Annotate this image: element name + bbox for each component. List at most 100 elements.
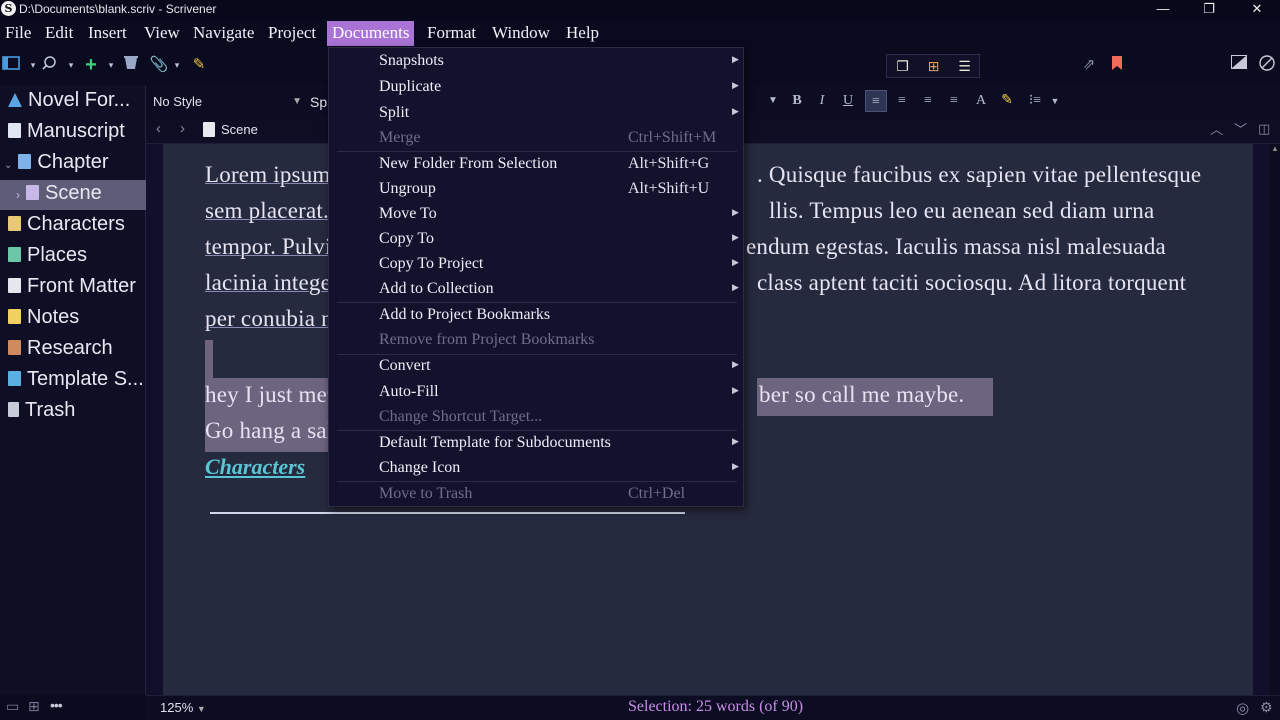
list-icon[interactable]: ⁝≡ bbox=[1024, 90, 1046, 112]
binder-item-front-matter[interactable]: Front Matter bbox=[8, 272, 136, 300]
menu-item-label: Split bbox=[379, 104, 410, 121]
menu-navigate[interactable]: Navigate bbox=[188, 21, 259, 46]
align-center-icon[interactable]: ≡ bbox=[891, 90, 913, 112]
target-icon[interactable]: ◎ bbox=[1236, 699, 1249, 717]
binder-item-template-sheets[interactable]: Template S... bbox=[8, 365, 144, 393]
menu-file[interactable]: File bbox=[0, 21, 36, 46]
text-line-3-right: endum egestas. Iaculis massa nisl malesu… bbox=[746, 234, 1166, 259]
text-color-icon[interactable]: A bbox=[970, 90, 992, 112]
binder-item-notes[interactable]: Notes bbox=[8, 303, 79, 331]
size-dropdown-icon[interactable]: ▼ bbox=[762, 90, 784, 112]
menu-item-default-template-for-subdocuments[interactable]: Default Template for Subdocuments ▶ bbox=[329, 432, 743, 456]
menu-help[interactable]: Help bbox=[561, 21, 604, 46]
edit-icon[interactable]: ✎ bbox=[188, 55, 210, 75]
style-select-value: No Style bbox=[153, 94, 203, 109]
chevron-up-icon[interactable]: ︿ bbox=[1210, 119, 1223, 138]
chevron-down-icon[interactable]: ⌄ bbox=[4, 160, 12, 171]
menu-item-snapshots[interactable]: Snapshots ▶ bbox=[329, 50, 743, 74]
list-dropdown-icon[interactable]: ▼ bbox=[1044, 90, 1066, 112]
menu-item-duplicate[interactable]: Duplicate ▶ bbox=[329, 76, 743, 100]
scroll-up-icon[interactable]: ▲ bbox=[1270, 144, 1280, 154]
settings-icon[interactable]: ⚙ bbox=[1260, 699, 1273, 716]
binder-item-chapter[interactable]: ⌄ Chapter bbox=[4, 148, 109, 176]
menu-item-ungroup[interactable]: Ungroup Alt+Shift+U bbox=[329, 178, 743, 202]
menu-project[interactable]: Project bbox=[263, 21, 321, 46]
binder-item-places[interactable]: Places bbox=[8, 241, 87, 269]
selection-word-count: Selection: 25 words (of 90) bbox=[628, 698, 804, 715]
bookmark-icon[interactable] bbox=[1106, 55, 1128, 75]
chevron-down-icon: ▼ bbox=[292, 96, 302, 107]
trash-icon[interactable] bbox=[120, 55, 142, 75]
scrivenings-icon[interactable]: ❐ bbox=[887, 55, 918, 77]
style-select[interactable]: No Style ▼ bbox=[150, 91, 306, 113]
binder-item-project[interactable]: Novel For... bbox=[8, 86, 130, 114]
submenu-arrow-icon: ▶ bbox=[732, 54, 739, 64]
close-button[interactable]: ✕ bbox=[1234, 0, 1280, 18]
menu-item-new-folder-from-selection[interactable]: New Folder From Selection Alt+Shift+G bbox=[329, 153, 743, 177]
text-line-left: lacinia integer bbox=[205, 270, 339, 295]
search-icon[interactable] bbox=[38, 55, 60, 75]
search-dropdown-icon[interactable]: ▾ bbox=[60, 55, 82, 75]
menu-edit[interactable]: Edit bbox=[40, 21, 78, 46]
editor-scrollbar[interactable]: ▲ bbox=[1270, 144, 1280, 695]
chevron-down-icon: ▼ bbox=[196, 704, 206, 714]
binder-item-characters[interactable]: Characters bbox=[8, 210, 125, 238]
font-select[interactable]: Sp bbox=[310, 91, 330, 113]
menu-item-copy-to[interactable]: Copy To ▶ bbox=[329, 228, 743, 252]
restore-button[interactable]: ❐ bbox=[1186, 0, 1232, 18]
align-right-icon[interactable]: ≡ bbox=[943, 90, 965, 112]
outliner-icon[interactable]: ☰ bbox=[949, 55, 980, 77]
binder-item-trash[interactable]: Trash bbox=[8, 396, 75, 424]
menu-item-copy-to-project[interactable]: Copy To Project ▶ bbox=[329, 253, 743, 277]
chevron-down-icon[interactable]: ﹀ bbox=[1234, 119, 1247, 138]
align-left-icon[interactable]: ≡ bbox=[865, 90, 887, 112]
minimize-button[interactable]: — bbox=[1140, 0, 1186, 18]
add-document-icon[interactable]: ⊞ bbox=[28, 698, 40, 715]
window-title: D:\Documents\blank.scriv - Scrivener bbox=[19, 2, 217, 16]
menu-item-move-to[interactable]: Move To ▶ bbox=[329, 203, 743, 227]
text-line-left: Lorem ipsum bbox=[205, 162, 331, 187]
menu-item-auto-fill[interactable]: Auto-Fill ▶ bbox=[329, 381, 743, 405]
italic-icon[interactable]: I bbox=[811, 90, 833, 112]
zoom-select[interactable]: 125% ▼ bbox=[160, 700, 206, 715]
binder-layout-icon[interactable]: ▭ bbox=[6, 698, 19, 715]
binder-item-label: Novel For... bbox=[28, 89, 131, 111]
places-icon bbox=[8, 247, 21, 262]
bold-icon[interactable]: B bbox=[786, 90, 808, 112]
characters-link[interactable]: Characters bbox=[205, 454, 305, 480]
submenu-arrow-icon: ▶ bbox=[732, 385, 739, 395]
more-icon[interactable]: ••• bbox=[50, 697, 63, 713]
menu-item-change-icon[interactable]: Change Icon ▶ bbox=[329, 457, 743, 481]
menu-item-label: Move To bbox=[379, 205, 437, 222]
binder-item-manuscript[interactable]: Manuscript bbox=[8, 117, 125, 145]
submenu-arrow-icon: ▶ bbox=[732, 282, 739, 292]
quick-reference-icon[interactable] bbox=[1256, 55, 1278, 75]
menu-separator bbox=[337, 302, 737, 303]
corkboard-icon[interactable]: ⊞ bbox=[918, 55, 949, 77]
menu-insert[interactable]: Insert bbox=[83, 21, 132, 46]
underline-icon[interactable]: U bbox=[837, 90, 859, 112]
menu-format[interactable]: Format bbox=[422, 21, 481, 46]
split-editor-icon[interactable]: ◫ bbox=[1258, 121, 1270, 137]
menu-item-convert[interactable]: Convert ▶ bbox=[329, 355, 743, 379]
menu-item-add-to-project-bookmarks[interactable]: Add to Project Bookmarks bbox=[329, 304, 743, 328]
binder-item-research[interactable]: Research bbox=[8, 334, 113, 362]
highlight-icon[interactable]: ✎ bbox=[996, 90, 1018, 112]
text-line-4-right: class aptent taciti sociosqu. Ad litora … bbox=[757, 270, 1187, 295]
layout-icon[interactable] bbox=[0, 55, 22, 75]
back-button[interactable]: ‹ bbox=[156, 120, 161, 137]
add-dropdown-icon[interactable]: ▾ bbox=[100, 55, 122, 75]
chevron-right-icon[interactable]: › bbox=[16, 188, 20, 202]
attach-dropdown-icon[interactable]: ▾ bbox=[166, 55, 188, 75]
menu-documents[interactable]: Documents bbox=[327, 21, 415, 46]
menu-item-add-to-collection[interactable]: Add to Collection ▶ bbox=[329, 278, 743, 302]
menu-item-split[interactable]: Split ▶ bbox=[329, 102, 743, 126]
align-justify-icon[interactable]: ≡ bbox=[917, 90, 939, 112]
share-icon[interactable]: ⇗ bbox=[1078, 55, 1100, 75]
menu-view[interactable]: View bbox=[139, 21, 185, 46]
menu-window[interactable]: Window bbox=[487, 21, 555, 46]
forward-button[interactable]: › bbox=[180, 120, 185, 137]
binder-item-scene[interactable]: › Scene bbox=[16, 179, 102, 207]
inspector-icon[interactable] bbox=[1228, 55, 1250, 75]
add-icon[interactable]: + bbox=[80, 55, 102, 75]
